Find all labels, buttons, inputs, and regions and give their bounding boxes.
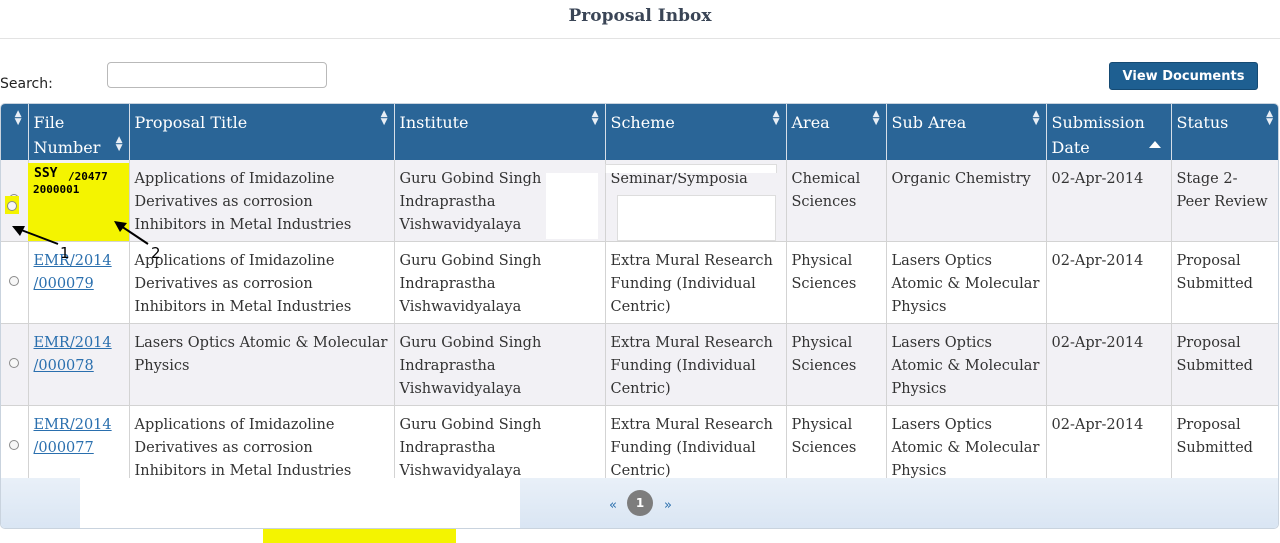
- annotation-label-2: 2: [151, 244, 161, 262]
- arrow-head-2: [114, 221, 127, 232]
- annotation-label-1: 1: [60, 244, 70, 262]
- annotation-arrows: [12, 221, 149, 245]
